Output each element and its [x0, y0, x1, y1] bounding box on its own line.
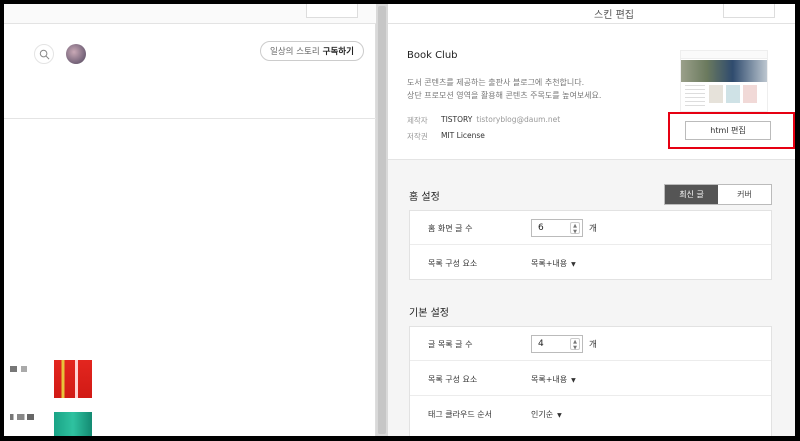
preview-topbar-button[interactable] [306, 4, 358, 18]
setting-row: 태그 클라우드 순서 인기순 ▼ [410, 397, 771, 431]
skin-description-line: 도서 콘텐츠를 제공하는 출판사 블로그에 추천합니다. [407, 78, 585, 87]
page-title: 스킨 편집 [594, 10, 634, 21]
skin-name: Book Club [407, 50, 458, 61]
list-element-value: 목록+내용 [531, 375, 568, 384]
skin-description-line: 상단 프로모션 영역을 활용해 콘텐츠 주목도를 높여보세요. [407, 91, 602, 100]
subscribe-button[interactable]: 일상의 스토리 구독하기 [260, 41, 364, 61]
unit-label: 개 [589, 224, 597, 234]
basic-settings-title: 기본 설정 [409, 308, 449, 319]
caret-down-icon: ▼ [571, 261, 576, 268]
scrollbar-thumb[interactable] [378, 6, 386, 434]
settings-topbar-button[interactable] [723, 4, 775, 18]
skin-info-card: Book Club 도서 콘텐츠를 제공하는 출판사 블로그에 추천합니다. 상… [388, 24, 795, 160]
search-button[interactable] [34, 44, 54, 64]
tag-cloud-order-value: 인기순 [531, 410, 554, 419]
caret-down-icon: ▼ [557, 412, 562, 419]
list-element-label: 목록 구성 요소 [428, 375, 478, 384]
tag-cloud-order-label: 태그 클라우드 순서 [428, 410, 492, 419]
search-icon [39, 49, 49, 59]
blurred-post-meta [10, 366, 34, 372]
stepper-arrows-icon[interactable]: ▲ ▼ [570, 338, 580, 351]
home-post-count-label: 홈 화면 글 수 [428, 224, 473, 233]
subscribe-prefix: 일상의 스토리 [270, 47, 320, 57]
license-value: MIT License [441, 131, 485, 140]
setting-row: 홈 화면 글 수 6 ▲ ▼ 개 [410, 211, 771, 245]
maker-value: TISTORY [441, 115, 473, 124]
html-edit-button[interactable]: html 편집 [685, 121, 771, 140]
subscribe-action: 구독하기 [322, 47, 354, 57]
pane-scrollbar[interactable] [376, 4, 388, 436]
maker-label: 제작자 [407, 116, 428, 125]
home-list-element-label: 목록 구성 요소 [428, 259, 478, 268]
home-settings-table: 홈 화면 글 수 6 ▲ ▼ 개 목록 구성 요소 목록+내용 ▼ [409, 210, 772, 280]
license-label: 저작권 [407, 132, 428, 141]
basic-settings-table: 글 목록 글 수 4 ▲ ▼ 개 목록 구성 요소 목록+내용 ▼ 태그 클라우드 … [409, 326, 772, 436]
divider [4, 118, 376, 119]
list-post-count-stepper[interactable]: 4 ▲ ▼ [531, 335, 583, 353]
tab-cover[interactable]: 커버 [718, 185, 771, 204]
skin-settings-pane: 스킨 편집 Book Club 도서 콘텐츠를 제공하는 출판사 블로그에 추천… [388, 4, 795, 436]
home-list-element-value: 목록+내용 [531, 259, 568, 268]
tab-latest-posts[interactable]: 최신 글 [665, 185, 718, 204]
license-row: 저작권 MIT License [407, 131, 485, 142]
stepper-arrows-icon[interactable]: ▲ ▼ [570, 222, 580, 235]
setting-row: 목록 구성 요소 목록+내용 ▼ [410, 246, 771, 280]
list-post-count-label: 글 목록 글 수 [428, 340, 473, 349]
list-post-count-value: 4 [538, 339, 544, 349]
skin-description: 도서 콘텐츠를 제공하는 출판사 블로그에 추천합니다. 상단 프로모션 영역을… [407, 76, 667, 102]
avatar[interactable] [66, 44, 86, 64]
blog-preview-pane: 일상의 스토리 구독하기 [4, 4, 376, 436]
tag-cloud-order-dropdown[interactable]: 인기순 ▼ [531, 409, 562, 420]
setting-row: 글 목록 글 수 4 ▲ ▼ 개 [410, 327, 771, 361]
unit-label: 개 [589, 340, 597, 350]
blurred-post-meta [10, 414, 34, 420]
maker-email: tistoryblog@daum.net [476, 115, 561, 124]
settings-topbar: 스킨 편집 [388, 4, 795, 24]
home-layout-toggle: 최신 글 커버 [664, 184, 772, 205]
setting-row: 목록 구성 요소 목록+내용 ▼ [410, 362, 771, 396]
post-thumbnail[interactable] [54, 360, 92, 398]
home-post-count-value: 6 [538, 223, 544, 233]
maker-row: 제작자 TISTORY tistoryblog@daum.net [407, 115, 560, 126]
home-post-count-stepper[interactable]: 6 ▲ ▼ [531, 219, 583, 237]
skin-preview-image [680, 50, 768, 112]
post-thumbnail[interactable] [54, 412, 92, 436]
app-window: 일상의 스토리 구독하기 스킨 편집 Book Club 도서 콘텐츠를 제공하는… [4, 4, 795, 436]
list-element-dropdown[interactable]: 목록+내용 ▼ [531, 374, 576, 385]
home-settings-title: 홈 설정 [409, 192, 440, 203]
home-list-element-dropdown[interactable]: 목록+내용 ▼ [531, 258, 576, 269]
caret-down-icon: ▼ [571, 377, 576, 384]
preview-topbar [4, 4, 376, 24]
